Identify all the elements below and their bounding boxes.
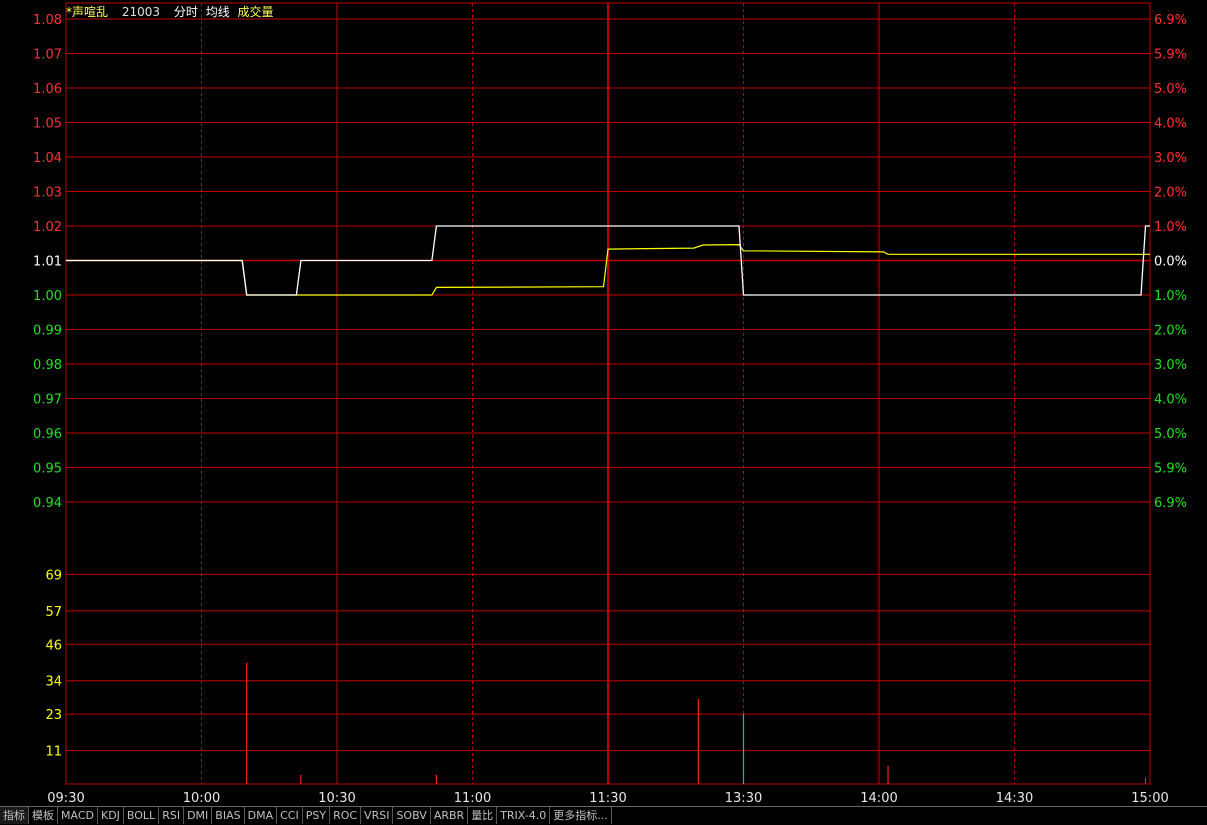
percent-tick-label: 4.0% bbox=[1154, 393, 1187, 408]
indicator-tab[interactable]: DMA bbox=[244, 807, 278, 824]
price-tick-label: 1.07 bbox=[33, 48, 62, 63]
percent-tick-label: 5.9% bbox=[1154, 48, 1187, 63]
percent-tick-label: 4.0% bbox=[1154, 117, 1187, 132]
percent-tick-label: 0.0% bbox=[1154, 255, 1187, 270]
percent-tick-label: 2.0% bbox=[1154, 324, 1187, 339]
avg-line-label: 均线 bbox=[205, 5, 230, 19]
indicator-tab[interactable]: CCI bbox=[277, 807, 303, 824]
indicator-tab[interactable]: 更多指标... bbox=[550, 807, 612, 824]
price-tick-label: 0.98 bbox=[33, 358, 62, 373]
percent-tick-label: 6.9% bbox=[1154, 496, 1187, 511]
price-tick-label: 0.94 bbox=[33, 496, 62, 511]
time-tick-label: 10:30 bbox=[318, 791, 355, 806]
time-label: 分时 bbox=[173, 5, 198, 19]
indicator-tab[interactable]: DMI bbox=[184, 807, 213, 824]
chart-header: *声喧乱 21003 分时 均线 成交量 bbox=[66, 3, 284, 20]
price-tick-label: 1.03 bbox=[33, 186, 62, 201]
price-tick-label: 1.08 bbox=[33, 13, 62, 28]
indicator-tab[interactable]: 模板 bbox=[29, 807, 58, 824]
stock-name: *声喧乱 bbox=[66, 5, 109, 19]
price-tick-label: 0.95 bbox=[33, 462, 62, 477]
volume-tick-label: 46 bbox=[45, 638, 62, 653]
percent-tick-label: 5.0% bbox=[1154, 427, 1187, 442]
price-tick-label: 0.97 bbox=[33, 393, 62, 408]
indicator-tab[interactable]: ARBR bbox=[430, 807, 469, 824]
time-tick-label: 14:30 bbox=[996, 791, 1033, 806]
indicator-tab[interactable]: RSI bbox=[159, 807, 185, 824]
percent-tick-label: 3.0% bbox=[1154, 151, 1187, 166]
indicator-tab[interactable]: KDJ bbox=[97, 807, 124, 824]
volume-tick-label: 23 bbox=[45, 708, 62, 723]
intraday-chart[interactable]: 1.08 6.9% 1.07 5.9% 1.06 5.0% 1.05 4.0% 1.04 3.0%… bbox=[0, 0, 1207, 806]
price-tick-label: 1.04 bbox=[33, 151, 62, 166]
volume-label: 成交量 bbox=[237, 5, 274, 19]
price-tick-label: 1.06 bbox=[33, 82, 62, 97]
price-tick-label: 0.99 bbox=[33, 324, 62, 339]
indicator-tab[interactable]: VRSI bbox=[361, 807, 394, 824]
indicator-tab[interactable]: PSY bbox=[302, 807, 331, 824]
price-tick-label: 1.00 bbox=[33, 289, 62, 304]
stock-code: 21003 bbox=[121, 5, 161, 19]
volume-tick-label: 11 bbox=[45, 745, 62, 760]
time-tick-label: 15:00 bbox=[1131, 791, 1168, 806]
volume-tick-label: 34 bbox=[45, 675, 62, 690]
time-tick-label: 13:30 bbox=[725, 791, 762, 806]
time-tick-label: 09:30 bbox=[47, 791, 84, 806]
percent-tick-label: 5.9% bbox=[1154, 462, 1187, 477]
volume-tick-label: 57 bbox=[45, 605, 62, 620]
indicator-tab[interactable]: MACD bbox=[58, 807, 98, 824]
indicator-tabs: 指标 模板 MACD KDJ BOLL RSI DMI BIAS DMA CCI PSY ROC VRS… bbox=[0, 806, 1207, 825]
indicator-tab[interactable]: 指标 bbox=[0, 807, 29, 824]
indicator-tab[interactable]: SOBV bbox=[393, 807, 431, 824]
price-tick-label: 1.02 bbox=[33, 220, 62, 235]
indicator-tab[interactable]: ROC bbox=[330, 807, 362, 824]
price-tick-label: 0.96 bbox=[33, 427, 62, 442]
time-tick-label: 10:00 bbox=[183, 791, 220, 806]
volume-tick-label: 69 bbox=[45, 568, 62, 583]
price-tick-label: 1.01 bbox=[33, 255, 62, 270]
time-tick-label: 11:30 bbox=[589, 791, 626, 806]
percent-tick-label: 2.0% bbox=[1154, 186, 1187, 201]
percent-tick-label: 6.9% bbox=[1154, 13, 1187, 28]
indicator-tab[interactable]: BIAS bbox=[212, 807, 245, 824]
percent-tick-label: 1.0% bbox=[1154, 289, 1187, 304]
percent-tick-label: 1.0% bbox=[1154, 220, 1187, 235]
percent-tick-label: 3.0% bbox=[1154, 358, 1187, 373]
indicator-tab[interactable]: TRIX-4.0 bbox=[497, 807, 551, 824]
price-tick-label: 1.05 bbox=[33, 117, 62, 132]
percent-tick-label: 5.0% bbox=[1154, 82, 1187, 97]
time-tick-label: 14:00 bbox=[860, 791, 897, 806]
time-tick-label: 11:00 bbox=[454, 791, 491, 806]
indicator-tab[interactable]: 量比 bbox=[468, 807, 498, 824]
indicator-tab[interactable]: BOLL bbox=[123, 807, 160, 824]
